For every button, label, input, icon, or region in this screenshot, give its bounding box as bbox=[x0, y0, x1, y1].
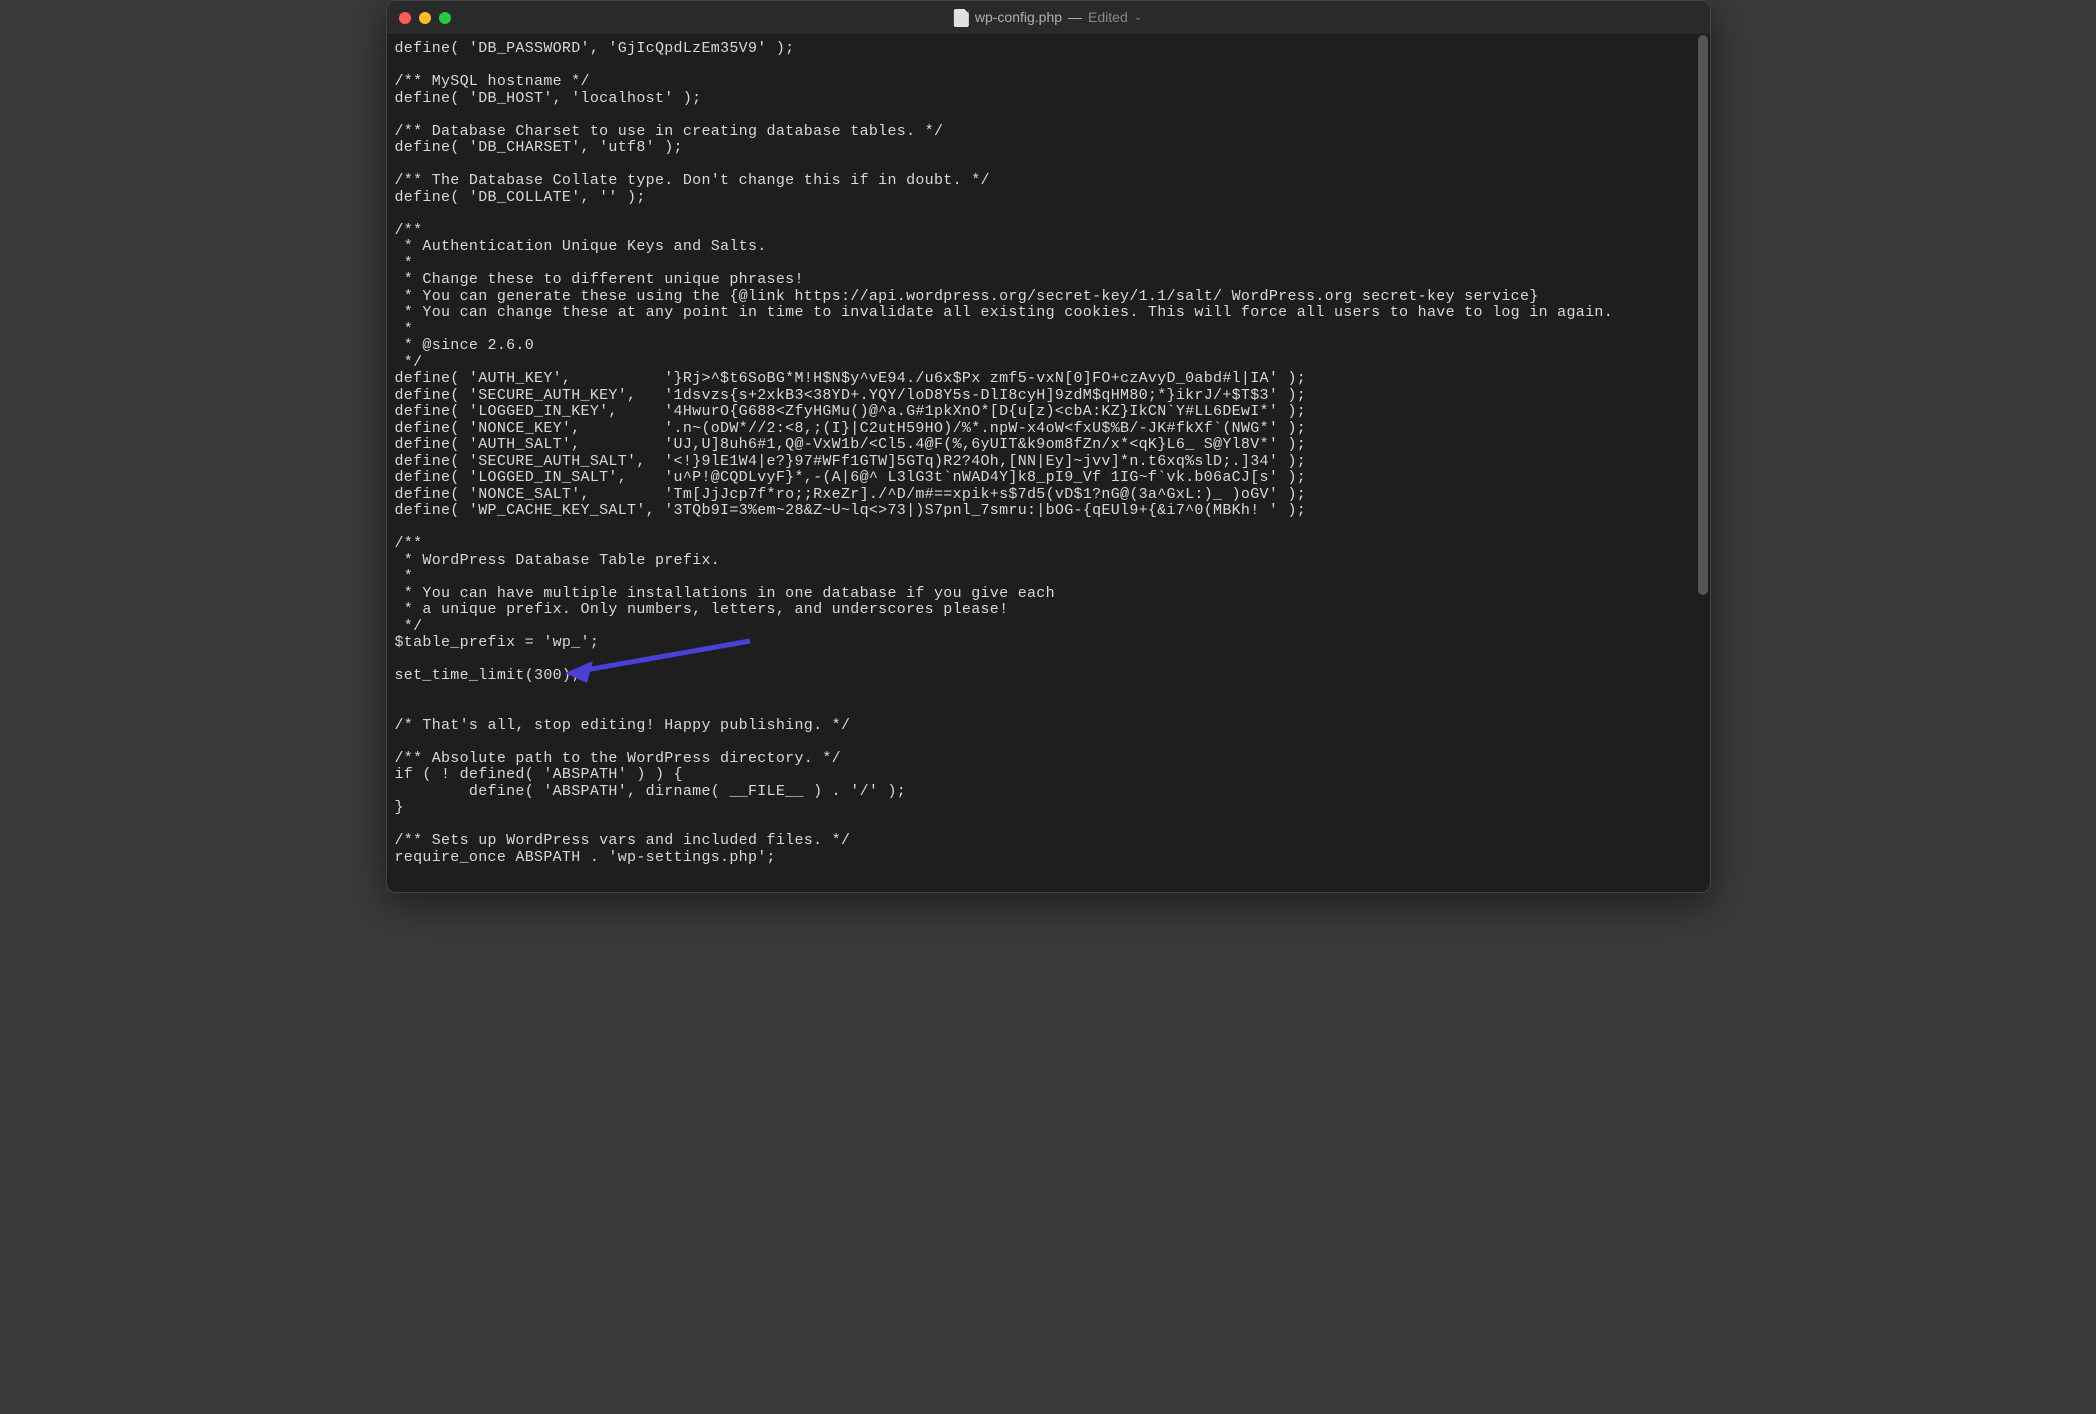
code-editor[interactable]: define( 'DB_PASSWORD', 'GjIcQpdLzEm35V9'… bbox=[387, 35, 1710, 892]
editor-window: wp-config.php — Edited ⌄ define( 'DB_PAS… bbox=[386, 0, 1711, 893]
file-icon bbox=[954, 9, 969, 27]
vertical-scrollbar[interactable] bbox=[1698, 35, 1708, 595]
window-title[interactable]: wp-config.php — Edited ⌄ bbox=[954, 9, 1142, 27]
maximize-button[interactable] bbox=[439, 12, 451, 24]
edited-status: Edited bbox=[1088, 10, 1128, 25]
filename: wp-config.php bbox=[975, 10, 1062, 25]
traffic-lights bbox=[399, 12, 451, 24]
title-bar[interactable]: wp-config.php — Edited ⌄ bbox=[387, 1, 1710, 35]
chevron-down-icon[interactable]: ⌄ bbox=[1134, 12, 1142, 23]
close-button[interactable] bbox=[399, 12, 411, 24]
title-separator: — bbox=[1068, 10, 1082, 25]
minimize-button[interactable] bbox=[419, 12, 431, 24]
